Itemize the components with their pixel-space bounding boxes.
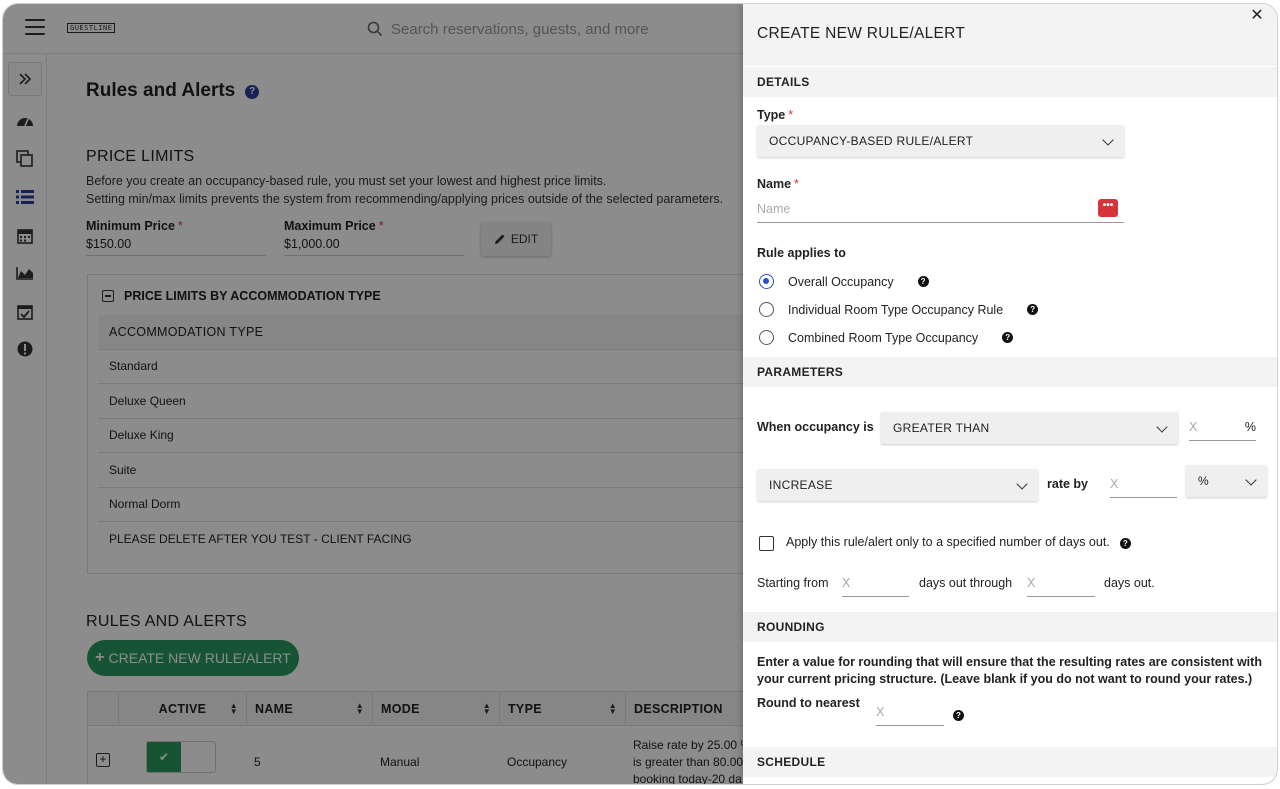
question-icon[interactable]: ?	[917, 276, 929, 287]
chevron-down-icon	[1016, 478, 1028, 490]
name-label-text: Name	[757, 177, 792, 191]
window: GUESTLINE Search reservations, guests, a…	[2, 3, 1278, 785]
radio-button[interactable]	[759, 302, 774, 317]
radio-individual-room-type[interactable]: Individual Room Type Occupancy Rule?	[759, 302, 1039, 317]
radio-combined-room-type[interactable]: Combined Room Type Occupancy?	[759, 330, 1014, 345]
unit-select[interactable]: %	[1186, 465, 1267, 497]
days-out-checkbox-label[interactable]: Apply this rule/alert only to a specifie…	[786, 535, 1131, 549]
type-select[interactable]: OCCUPANCY-BASED RULE/ALERT	[757, 125, 1124, 157]
days-through-label: days out through	[919, 576, 1013, 590]
close-icon[interactable]: ✕	[1249, 8, 1265, 24]
parameters-band: PARAMETERS	[743, 357, 1277, 387]
days-out-checkbox-text[interactable]: Apply this rule/alert only to a specifie…	[786, 535, 1110, 549]
type-label-text: Type	[757, 108, 786, 122]
rate-by-label: rate by	[1047, 477, 1088, 491]
radio-button[interactable]	[759, 274, 774, 289]
comparison-select[interactable]: GREATER THAN	[881, 412, 1178, 444]
password-manager-icon[interactable]: •••	[1098, 199, 1118, 217]
days-out-label: days out.	[1104, 576, 1155, 590]
radio-overall-occupancy[interactable]: Overall Occupancy?	[759, 274, 929, 289]
name-input[interactable]: Name •••	[757, 199, 1124, 223]
radio-label[interactable]: Individual Room Type Occupancy Rule	[788, 303, 1003, 317]
percent-sign: %	[1244, 420, 1256, 434]
occupancy-input[interactable]: X %	[1189, 420, 1256, 441]
applies-label: Rule applies to	[757, 246, 846, 260]
end-placeholder[interactable]: X	[1027, 576, 1035, 590]
chevron-down-icon	[1156, 421, 1168, 433]
name-placeholder[interactable]: Name	[757, 202, 790, 216]
drawer-header: CREATE NEW RULE/ALERT ✕	[743, 4, 1277, 66]
comparison-value[interactable]: GREATER THAN	[893, 421, 990, 435]
schedule-band: SCHEDULE	[743, 747, 1277, 777]
radio-label[interactable]: Combined Room Type Occupancy	[788, 331, 978, 345]
round-placeholder[interactable]: X	[876, 705, 884, 719]
question-icon[interactable]: ?	[1119, 538, 1131, 549]
round-input[interactable]: X	[876, 705, 944, 726]
days-out-checkbox[interactable]	[759, 536, 774, 551]
rounding-band: ROUNDING	[743, 612, 1277, 642]
action-select[interactable]: INCREASE	[757, 469, 1038, 501]
unit-value[interactable]: %	[1198, 474, 1209, 488]
occupancy-placeholder[interactable]: X	[1189, 420, 1197, 434]
start-days-input[interactable]: X	[842, 576, 909, 597]
radio-button[interactable]	[759, 330, 774, 345]
name-label: Name *	[757, 177, 799, 191]
when-occupancy-label: When occupancy is	[757, 420, 874, 434]
question-icon[interactable]: ?	[1027, 304, 1039, 315]
type-select-value[interactable]: OCCUPANCY-BASED RULE/ALERT	[769, 134, 973, 148]
question-icon[interactable]: ?	[953, 710, 964, 721]
question-icon[interactable]: ?	[1002, 332, 1014, 343]
rate-placeholder[interactable]: X	[1110, 477, 1118, 491]
radio-label[interactable]: Overall Occupancy	[788, 275, 894, 289]
details-band: DETAILS	[743, 67, 1277, 97]
chevron-down-icon	[1102, 134, 1114, 146]
start-placeholder[interactable]: X	[842, 576, 850, 590]
rate-input[interactable]: X	[1110, 477, 1177, 498]
create-rule-drawer: CREATE NEW RULE/ALERT ✕ DETAILS Type * OC…	[743, 4, 1277, 784]
type-label: Type *	[757, 108, 794, 122]
action-value[interactable]: INCREASE	[769, 478, 833, 492]
drawer-title: CREATE NEW RULE/ALERT	[757, 25, 966, 42]
starting-from-label: Starting from	[757, 576, 829, 590]
rounding-note: Enter a value for rounding that will ens…	[757, 655, 1262, 686]
round-to-nearest-label: Round to nearest	[757, 696, 860, 710]
end-days-input[interactable]: X	[1027, 576, 1095, 597]
chevron-down-icon	[1245, 474, 1257, 486]
